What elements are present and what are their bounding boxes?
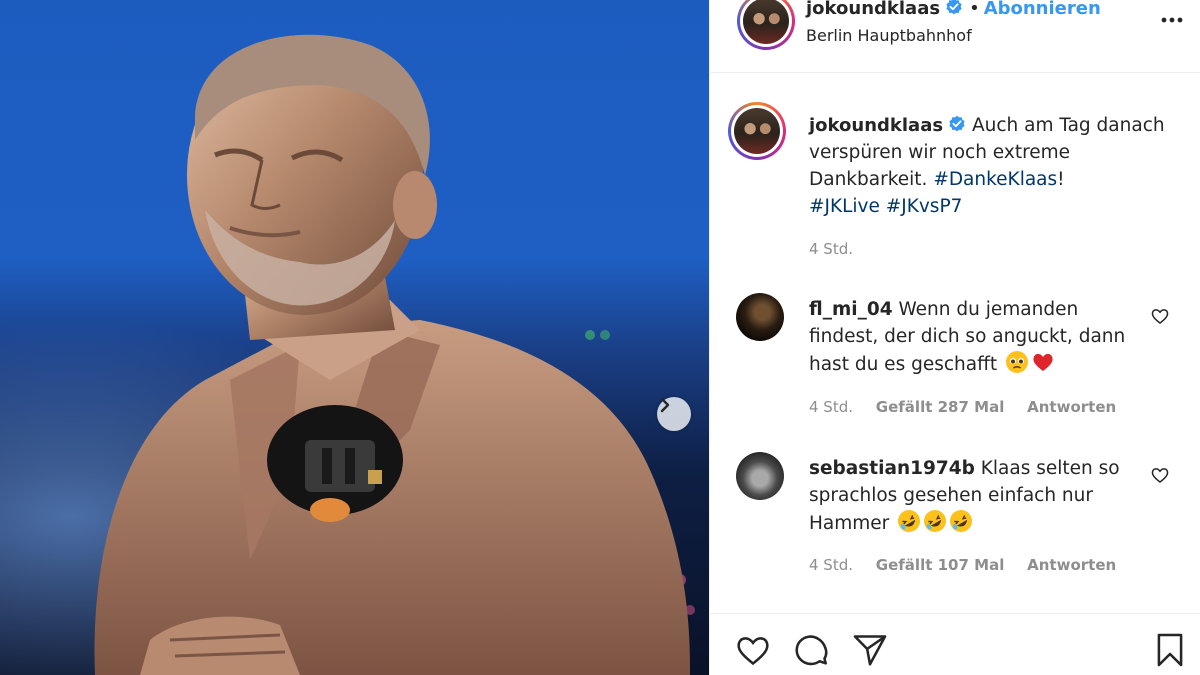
heart-icon xyxy=(1151,468,1169,484)
rolling-laughing-icon xyxy=(898,510,921,532)
hashtag-link[interactable]: #JKvsP7 xyxy=(886,196,963,217)
chevron-right-icon xyxy=(660,397,670,413)
comment-likes[interactable]: Gefällt 107 Mal xyxy=(876,556,1005,574)
like-comment-button[interactable] xyxy=(1150,465,1170,489)
author-username[interactable]: jokoundklaas xyxy=(806,0,940,19)
comment-username[interactable]: fl_mi_04 xyxy=(809,299,893,320)
rolling-laughing-icon xyxy=(950,510,973,532)
rolling-laughing-icon xyxy=(924,510,947,532)
caption-avatar[interactable] xyxy=(728,102,786,160)
save-button[interactable] xyxy=(1151,631,1189,673)
heart-icon xyxy=(737,637,769,666)
comment-time[interactable]: 4 Std. xyxy=(809,398,853,416)
author-avatar[interactable] xyxy=(737,0,795,50)
comment: fl_mi_04 Wenn du jemanden findest, der d… xyxy=(809,296,1139,378)
heart-icon xyxy=(1151,309,1169,325)
more-options-button[interactable] xyxy=(1160,8,1184,36)
comment-username[interactable]: sebastian1974b xyxy=(809,458,975,479)
reply-button[interactable]: Antworten xyxy=(1027,398,1116,416)
comment-likes[interactable]: Gefällt 287 Mal xyxy=(876,398,1005,416)
post-photo[interactable] xyxy=(0,0,709,675)
share-button[interactable] xyxy=(851,631,889,673)
post-sidebar: jokoundklaas • Abonnieren Berlin Hauptbahn… xyxy=(709,0,1200,675)
follow-button[interactable]: Abonnieren xyxy=(984,0,1101,19)
caption-exclaim: ! xyxy=(1057,169,1065,190)
comment-time[interactable]: 4 Std. xyxy=(809,556,853,574)
bookmark-icon xyxy=(1157,633,1183,667)
statue-illustration xyxy=(0,34,709,675)
separator-dot: • xyxy=(969,0,980,19)
header-divider xyxy=(710,72,1200,73)
comment-meta: 4 Std. Gefällt 287 Mal Antworten xyxy=(809,398,1134,416)
pleading-face-icon xyxy=(1005,351,1028,373)
share-icon xyxy=(853,635,887,666)
commenter-avatar[interactable] xyxy=(736,293,784,341)
comment: sebastian1974b Klaas selten so sprachlos… xyxy=(809,455,1139,537)
verified-badge-icon xyxy=(949,115,965,132)
like-button[interactable] xyxy=(734,631,772,673)
post-caption: jokoundklaas Auch am Tag danach verspüre… xyxy=(809,112,1179,220)
like-comment-button[interactable] xyxy=(1150,306,1170,330)
comment-meta: 4 Std. Gefällt 107 Mal Antworten xyxy=(809,556,1134,574)
red-heart-icon xyxy=(1033,353,1053,371)
post-actions xyxy=(710,613,1200,675)
caption-time[interactable]: 4 Std. xyxy=(809,240,853,258)
reply-button[interactable]: Antworten xyxy=(1027,556,1116,574)
post-location[interactable]: Berlin Hauptbahnhof xyxy=(806,26,972,45)
post-header: jokoundklaas • Abonnieren xyxy=(806,0,1101,19)
commenter-avatar[interactable] xyxy=(736,452,784,500)
verified-badge-icon xyxy=(946,0,962,15)
caption-username[interactable]: jokoundklaas xyxy=(809,115,943,136)
comment-button[interactable] xyxy=(792,631,830,673)
comment-icon xyxy=(795,635,828,666)
more-options-icon xyxy=(1161,17,1183,23)
hashtag-link[interactable]: #JKLive xyxy=(809,196,880,217)
next-image-button[interactable] xyxy=(657,397,691,431)
hashtag-link[interactable]: #DankeKlaas xyxy=(933,169,1057,190)
